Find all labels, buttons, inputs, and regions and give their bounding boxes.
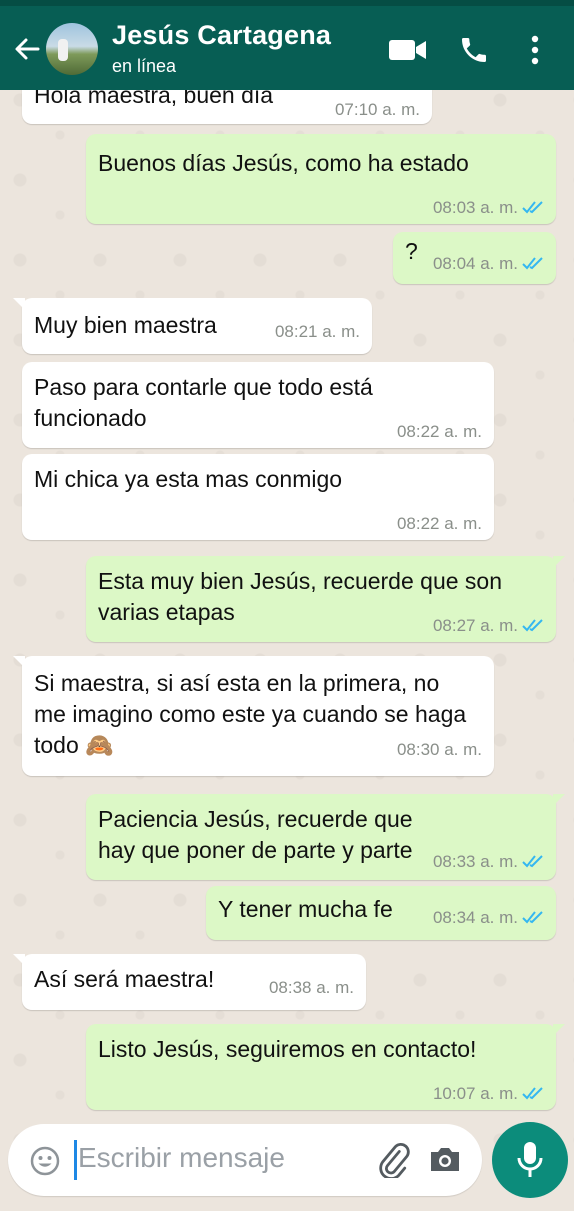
camera-icon[interactable] xyxy=(428,1144,462,1174)
message-composer[interactable]: Escribir mensaje xyxy=(8,1124,482,1196)
message-bubble[interactable]: Buenos días Jesús, como ha estado 08:03 … xyxy=(86,134,556,224)
message-text: Mi chica ya esta mas conmigo xyxy=(34,466,343,492)
message-time: 10:07 a. m. xyxy=(433,1084,544,1104)
message-bubble[interactable]: Así será maestra! 08:38 a. m. xyxy=(13,954,366,1010)
voice-call-icon[interactable] xyxy=(458,34,490,66)
message-text: Buenos días Jesús, como ha estado xyxy=(98,150,469,176)
message-time: 08:21 a. m. xyxy=(274,322,360,341)
chat-header: Jesús Cartagena en línea xyxy=(0,6,574,90)
read-receipt-icon xyxy=(522,1087,543,1100)
message-text: Y tener mucha fe xyxy=(218,896,393,922)
more-options-icon[interactable] xyxy=(530,34,540,66)
message-input[interactable]: Escribir mensaje xyxy=(78,1142,285,1174)
bubble-tail xyxy=(13,298,25,310)
message-bubble[interactable]: ? 08:04 a. m. xyxy=(393,232,556,284)
text-caret xyxy=(74,1140,77,1180)
message-time: 08:30 a. m. xyxy=(396,740,482,759)
bubble-tail xyxy=(13,954,25,966)
message-text: Listo Jesús, seguiremos en contacto! xyxy=(98,1036,477,1062)
contact-name[interactable]: Jesús Cartagena xyxy=(112,20,331,51)
voice-message-button[interactable] xyxy=(492,1122,568,1198)
message-time: 08:34 a. m. xyxy=(433,908,544,928)
message-bubble[interactable]: Paciencia Jesús, recuerde que hay que po… xyxy=(86,794,565,880)
bubble-tail xyxy=(553,794,565,806)
message-time: 08:22 a. m. xyxy=(396,422,482,441)
bubble-tail xyxy=(553,1024,565,1036)
paperclip-icon[interactable] xyxy=(376,1142,412,1178)
message-bubble[interactable]: Esta muy bien Jesús, recuerde que son va… xyxy=(86,556,565,642)
message-text: ? xyxy=(405,238,418,264)
message-text: Paso para contarle que todo está funcion… xyxy=(34,374,373,431)
message-bubble[interactable]: Paso para contarle que todo está funcion… xyxy=(22,362,494,448)
message-text: Paciencia Jesús, recuerde que hay que po… xyxy=(98,806,413,863)
read-receipt-icon xyxy=(522,619,543,632)
read-receipt-icon xyxy=(522,855,543,868)
message-time: 08:03 a. m. xyxy=(433,198,544,218)
message-time: 07:10 a. m. xyxy=(334,100,420,119)
message-time: 08:27 a. m. xyxy=(433,616,544,636)
contact-status: en línea xyxy=(112,56,177,76)
read-receipt-icon xyxy=(522,911,543,924)
message-time: 08:04 a. m. xyxy=(433,254,544,274)
message-time: 08:38 a. m. xyxy=(268,978,354,997)
message-time: 08:22 a. m. xyxy=(396,514,482,533)
microphone-icon xyxy=(517,1142,543,1177)
video-call-icon[interactable] xyxy=(388,38,428,62)
message-bubble[interactable]: Muy bien maestra 08:21 a. m. xyxy=(13,298,372,354)
message-list[interactable]: Hola maestra, buen día 07:10 a. m. Bueno… xyxy=(0,90,574,1120)
message-bubble[interactable]: Mi chica ya esta mas conmigo 08:22 a. m. xyxy=(22,454,494,540)
message-bubble[interactable]: Si maestra, si así esta en la primera, n… xyxy=(13,656,494,776)
message-text: Hola maestra, buen día xyxy=(34,90,274,108)
back-arrow-icon[interactable] xyxy=(12,34,42,64)
read-receipt-icon xyxy=(522,201,543,214)
bubble-tail xyxy=(13,656,25,668)
bubble-tail xyxy=(553,556,565,568)
message-time: 08:33 a. m. xyxy=(433,852,544,872)
message-bubble[interactable]: Y tener mucha fe 08:34 a. m. xyxy=(206,886,556,940)
read-receipt-icon xyxy=(522,257,543,270)
message-text: Así será maestra! xyxy=(34,966,215,992)
emoji-icon[interactable] xyxy=(30,1146,60,1176)
contact-avatar[interactable] xyxy=(46,23,98,75)
message-text: Muy bien maestra xyxy=(34,312,217,338)
message-bubble[interactable]: Hola maestra, buen día 07:10 a. m. xyxy=(22,90,432,124)
message-bubble[interactable]: Listo Jesús, seguiremos en contacto! 10:… xyxy=(86,1024,565,1110)
